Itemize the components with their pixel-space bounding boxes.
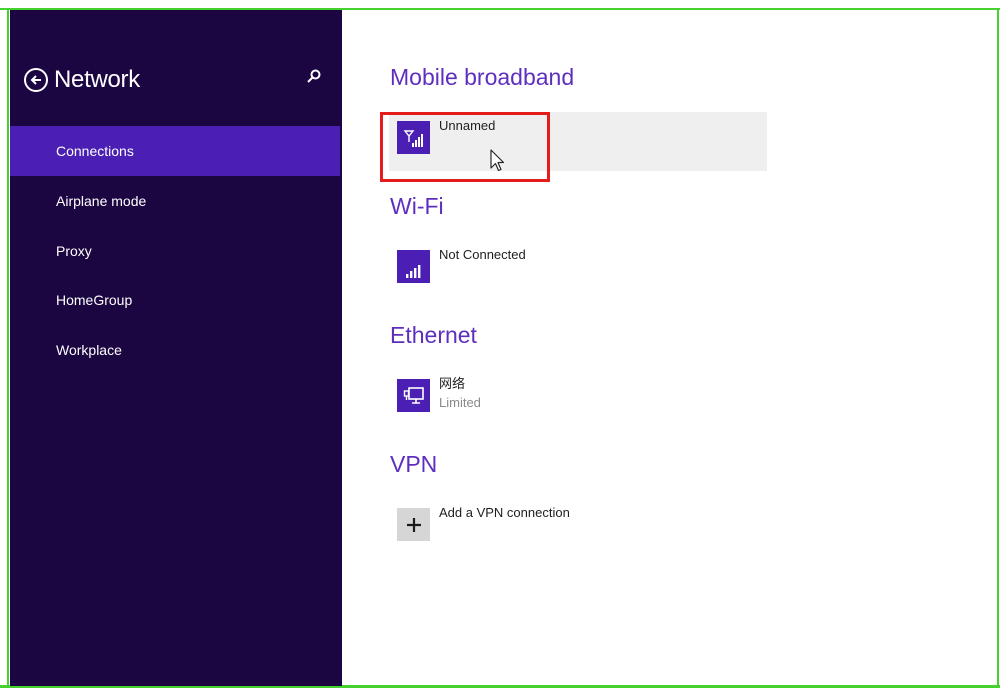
frame-right-border	[997, 8, 999, 688]
sidebar-item-airplane-mode[interactable]: Airplane mode	[10, 176, 340, 226]
sidebar-item-proxy[interactable]: Proxy	[10, 226, 340, 276]
item-text: Add a VPN connection	[439, 505, 570, 521]
highlight-box	[380, 112, 550, 182]
ethernet-icon	[397, 379, 430, 412]
add-vpn-connection-item[interactable]: Add a VPN connection	[397, 505, 570, 541]
wifi-item[interactable]: Not Connected	[397, 247, 526, 283]
search-icon[interactable]	[306, 68, 326, 88]
item-text: 网络 Limited	[439, 376, 481, 411]
sidebar-item-label: Connections	[56, 143, 134, 159]
back-arrow-icon[interactable]	[24, 68, 48, 92]
ethernet-item[interactable]: 网络 Limited	[397, 376, 481, 412]
sidebar-item-homegroup[interactable]: HomeGroup	[10, 275, 340, 325]
item-name: Add a VPN connection	[439, 505, 570, 520]
section-title-vpn: VPN	[390, 451, 438, 477]
frame-left-border	[7, 8, 9, 688]
sidebar: Network Connections Airplane mode Proxy …	[10, 10, 342, 686]
sidebar-item-workplace[interactable]: Workplace	[10, 325, 340, 375]
page-title: Network	[54, 66, 140, 93]
sidebar-header: Network	[24, 66, 140, 94]
sidebar-item-label: Proxy	[56, 243, 92, 259]
section-title-ethernet: Ethernet	[390, 322, 477, 348]
sidebar-item-label: Airplane mode	[56, 193, 147, 209]
section-title-mobile-broadband: Mobile broadband	[390, 64, 575, 90]
item-text: Not Connected	[439, 247, 526, 263]
item-name: 网络	[439, 376, 466, 391]
section-title-wifi: Wi-Fi	[390, 193, 444, 219]
wifi-signal-icon	[397, 250, 430, 283]
mouse-cursor-icon	[490, 149, 505, 172]
sidebar-item-connections[interactable]: Connections	[10, 126, 340, 176]
plus-icon	[397, 508, 430, 541]
sidebar-item-label: HomeGroup	[56, 292, 133, 308]
item-name: Not Connected	[439, 247, 526, 262]
item-status: Limited	[439, 395, 481, 410]
sidebar-item-label: Workplace	[56, 342, 122, 358]
